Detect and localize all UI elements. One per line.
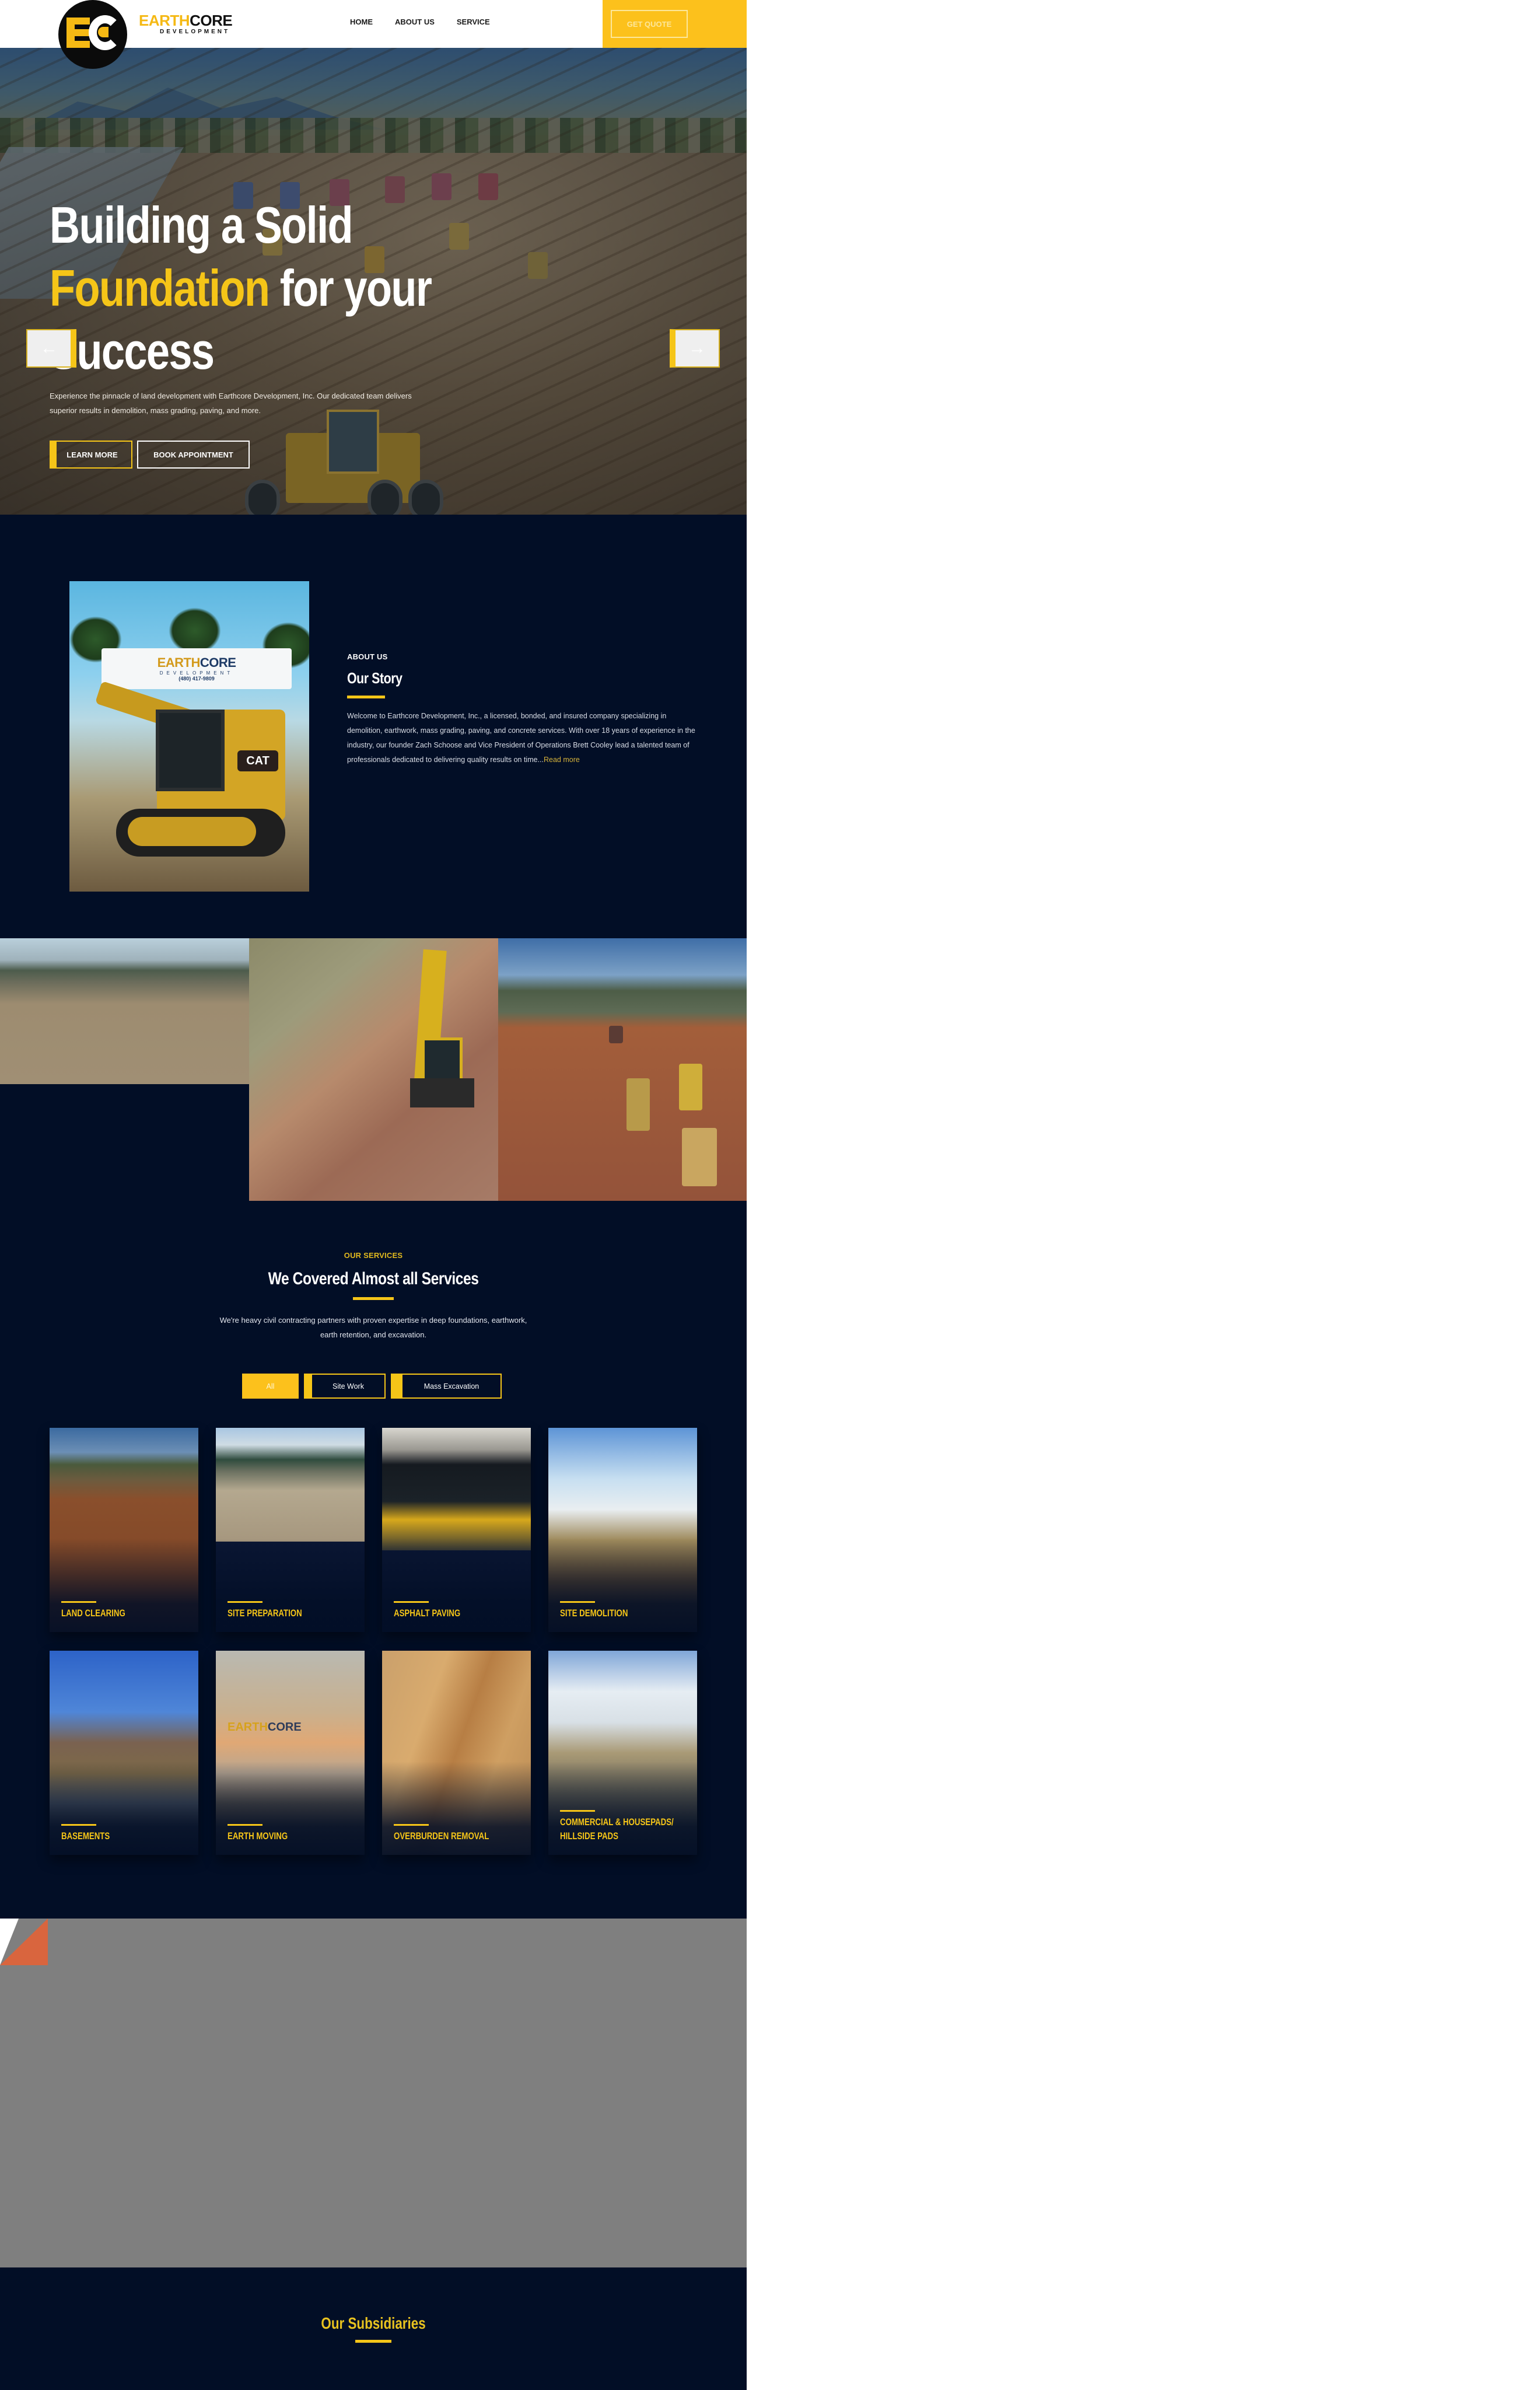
card-rule [228,1601,262,1603]
card-rule [228,1824,262,1826]
services-filter-tabs: All Site Work Mass Excavation [242,1374,502,1399]
sign-earth: EARTH [228,1721,268,1734]
service-card-site-preparation[interactable]: SITE PREPARATION [216,1428,365,1632]
hero-title-line2: for your [269,259,432,317]
scraper-machine [682,1128,717,1186]
about-title-rule [347,696,385,698]
learn-more-button[interactable]: LEARN MORE [50,441,132,469]
nav-about-us[interactable]: ABOUT US [395,18,435,26]
filter-all[interactable]: All [242,1374,299,1399]
service-card-overburden-removal[interactable]: OVERBURDEN REMOVAL [382,1651,531,1855]
hero-machine [478,173,498,200]
about-body: Welcome to Earthcore Development, Inc., … [347,709,697,767]
hero-title-accent: Foundation [50,259,270,317]
subsidiaries-section: Our Subsidiaries [0,2267,747,2390]
about-eyebrow: ABOUT US [347,652,388,661]
sign-core: CORE [200,655,236,670]
nav-home[interactable]: HOME [350,18,373,26]
filter-site-work[interactable]: Site Work [304,1374,386,1399]
service-card-title: COMMERCIAL & HOUSEPADS/ HILLSIDE PADS [560,1816,674,1842]
logo-e-shape [66,18,90,48]
service-card-image [382,1428,531,1550]
services-description: We're heavy civil contracting partners w… [219,1316,527,1339]
subsidiaries-title: Our Subsidiaries [321,2314,426,2332]
logo-earth: EARTH [139,12,190,29]
skid-steer-loader: CAT [93,669,291,861]
hero-description: Experience the pinnacle of land developm… [50,392,412,415]
service-card-title: SITE DEMOLITION [560,1608,628,1619]
logo-c-dot [98,27,108,37]
services-grid: LAND CLEARING SITE PREPARATION ASPHALT P… [50,1428,697,1855]
skid-track-rollers [128,817,256,846]
about-text-block: ABOUT US Our Story Welcome to Earthcore … [347,652,697,767]
scraper-machine [626,1078,650,1131]
service-card-image [216,1428,365,1542]
gallery-image-excavator-hillside [249,938,498,1201]
main-nav: HOME ABOUT US SERVICE [350,18,490,26]
arrow-right-icon: → [688,338,706,358]
about-title: Our Story [347,669,402,687]
about-body-text: Welcome to Earthcore Development, Inc., … [347,712,695,764]
read-more-link[interactable]: Read more [544,756,580,764]
book-appointment-button[interactable]: BOOK APPOINTMENT [137,441,250,469]
card-rule [560,1810,595,1812]
sign-core: CORE [267,1721,302,1734]
nav-service[interactable]: SERVICE [457,18,490,26]
scraper-machine [679,1064,702,1110]
service-card-commercial-housepads[interactable]: COMMERCIAL & HOUSEPADS/ HILLSIDE PADS [548,1651,697,1855]
arrow-left-icon: ← [40,338,58,358]
logo-badge-icon[interactable] [58,0,127,69]
hero-machine [528,252,548,279]
services-title-rule [353,1297,394,1300]
logo-wordmark[interactable]: EARTHCORE DEVELOPMENT [139,12,233,35]
service-card-site-demolition[interactable]: SITE DEMOLITION [548,1428,697,1632]
card-rule [394,1601,429,1603]
service-card-land-clearing[interactable]: LAND CLEARING [50,1428,198,1632]
subsidiaries-title-rule [355,2340,391,2343]
cat-badge: CAT [237,750,278,771]
grader-wheel [408,480,443,515]
service-card-title: ASPHALT PAVING [394,1608,461,1619]
service-card-title: SITE PREPARATION [228,1608,302,1619]
excavator-cab [422,1037,463,1084]
card-rule [61,1601,96,1603]
page: EARTHCORE DEVELOPMENT HOME ABOUT US SERV… [0,0,747,2390]
scraper-machine [609,1026,623,1043]
sign-earth: EARTH [157,655,201,670]
services-header: OUR SERVICES We Covered Almost all Servi… [0,1251,747,1342]
hero-title: Building a Solid Foundation for your Suc… [50,194,480,383]
service-card-asphalt-paving[interactable]: ASPHALT PAVING [382,1428,531,1632]
about-image: EARTHCORE DEVELOPMENT (480) 417-9809 CAT [69,581,309,892]
palm-tree [169,607,221,654]
hero-slider: Building a Solid Foundation for your Suc… [0,48,747,515]
services-title: We Covered Almost all Services [268,1269,479,1288]
services-eyebrow: OUR SERVICES [344,1251,403,1260]
quote-panel: GET QUOTE [603,0,747,48]
card-rule [61,1824,96,1826]
skid-cab [156,710,225,791]
service-card-title: LAND CLEARING [61,1608,125,1619]
service-card-title: EARTH MOVING [228,1830,288,1842]
filter-mass-excavation[interactable]: Mass Excavation [391,1374,502,1399]
hero-title-line1: Building a Solid [50,196,354,254]
card-rule [560,1601,595,1603]
service-card-basements[interactable]: BASEMENTS [50,1651,198,1855]
card-company-sign: EARTHCORE [228,1721,302,1734]
slider-next-button[interactable]: → [670,329,720,368]
gallery-image-site-grading [0,938,249,1084]
service-card-title: BASEMENTS [61,1830,110,1842]
service-card-title: OVERBURDEN REMOVAL [394,1830,489,1842]
media-placeholder-block [0,1919,747,2267]
grader-wheel [245,480,280,515]
get-quote-button[interactable]: GET QUOTE [611,10,688,38]
card-rule [394,1824,429,1826]
logo-core: CORE [190,12,233,29]
grader-wheel [368,480,402,515]
excavator-track [410,1078,474,1107]
slider-prev-button[interactable]: ← [26,329,76,368]
gallery-image-scrapers [498,938,747,1201]
service-card-earth-moving[interactable]: EARTHCORE EARTH MOVING [216,1651,365,1855]
grader-cab [327,410,379,474]
